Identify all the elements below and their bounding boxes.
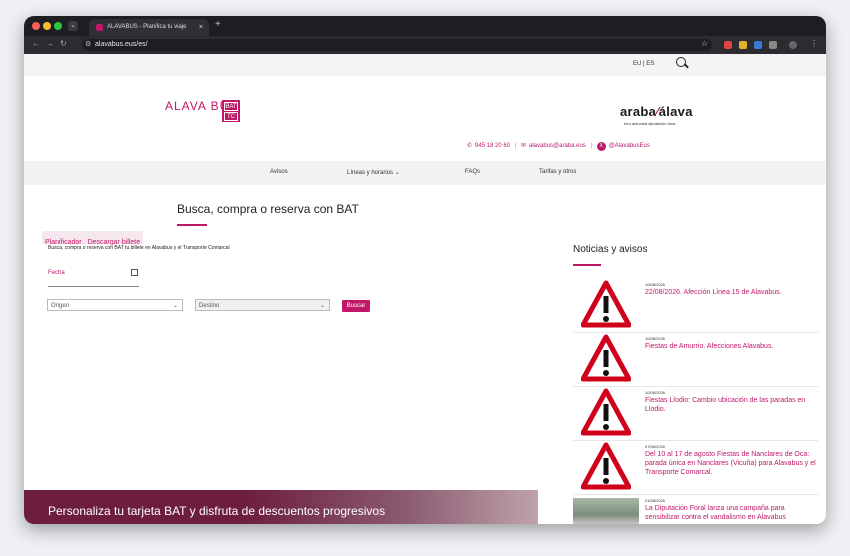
news-title[interactable]: 22/08/2026. Afección Línea 15 de Alavabu… [645,288,817,297]
araba-logo-word-2: álava [658,104,693,119]
forward-icon[interactable]: → [46,39,54,48]
origin-placeholder: Origen [51,303,70,309]
bat-logo-subtext: TC [224,112,238,121]
extension-icon[interactable] [754,41,762,49]
warning-icon [581,280,631,328]
extension-icon[interactable] [724,41,732,49]
news-title[interactable]: La Diputación Foral lanza una campaña pa… [645,504,817,522]
close-window-icon[interactable] [32,22,40,30]
separator: | [590,143,593,149]
search-icon[interactable] [676,57,686,67]
warning-icon [581,388,631,436]
news-date: 01/08/2026 [645,498,666,503]
news-title[interactable]: Fiestas Llodio: Cambio ubicación de las … [645,396,817,414]
araba-logo-subtitle: foru aldundia diputación foral [624,121,676,126]
warning-icon [581,442,631,490]
tab-search-icon[interactable]: ⌄ [68,21,78,31]
web-page: EU | ES ALAVA BUS BAT TC araba⁄álava for… [24,54,826,524]
news-heading: Noticias y avisos [573,244,648,255]
email-icon: ✉ [520,143,527,149]
browser-window: ⌄ ALAVABUS - Planifica tu viaje × + ← → … [24,16,826,524]
news-item[interactable]: 07/08/2026 Del 10 al 17 de agosto Fiesta… [573,440,818,495]
tab-close-icon[interactable]: × [199,19,203,36]
planner-tabs: Planificador Descargar billete [42,231,144,246]
bus-photo [573,498,639,524]
news-item[interactable]: 01/08/2026 La Diputación Foral lanza una… [573,494,818,524]
page-title: Busca, compra o reserva con BAT [177,202,359,216]
social-link[interactable]: @AlavabusEus [609,143,650,149]
site-info-icon[interactable]: ⚙ [85,39,91,51]
menu-item-faqs[interactable]: FAQs [465,169,480,175]
origin-select[interactable]: Origen ⌄ [47,299,183,311]
araba-logo[interactable]: araba⁄álava [620,104,693,119]
menu-item-lineas[interactable]: Líneas y horarios ⌄ [347,169,400,176]
date-field[interactable] [48,286,139,287]
x-social-icon: X [596,142,606,151]
browser-tab[interactable]: ALAVABUS - Planifica tu viaje × [89,19,209,36]
chevron-down-icon: ⌄ [319,303,325,309]
calendar-icon[interactable] [131,269,138,276]
destination-placeholder: Destino [199,303,220,309]
email-link[interactable]: alavabus@araba.eus [529,143,586,149]
planner-subtitle: Busca, compra o reserva con BAT tu bille… [48,245,230,251]
bat-logo: BAT TC [222,100,240,122]
news-title[interactable]: Del 10 al 17 de agosto Fiestas de Nancla… [645,450,817,477]
tab-bar: ⌄ ALAVABUS - Planifica tu viaje × + [24,16,826,36]
destination-select[interactable]: Destino ⌄ [195,299,330,311]
favicon-icon [96,24,103,31]
browser-menu-icon[interactable]: ⋮ [810,39,818,48]
profile-icon[interactable] [789,41,797,49]
news-item[interactable]: 10/08/2026 22/08/2026. Afección Línea 15… [573,278,818,333]
new-tab-button[interactable]: + [215,19,221,30]
address-bar: ← → ↻ ⚙ alavabus.eus/es/ ☆ ⋮ [24,36,826,54]
news-title[interactable]: Fiestas de Amurrio. Afecciones Alavabus. [645,342,817,351]
chevron-down-icon: ⌄ [172,303,178,309]
bookmark-star-icon[interactable]: ☆ [701,39,708,48]
extension-icon[interactable] [739,41,747,49]
menu-item-tarifas[interactable]: Tarifas y otros [539,169,576,175]
news-item[interactable]: 10/08/2026 Fiestas de Amurrio. Afeccione… [573,332,818,387]
search-button[interactable]: Buscar [342,300,370,312]
separator: | [514,143,517,149]
main-menu: Avisos Líneas y horarios ⌄ FAQs Tarifas … [24,161,826,185]
phone-link[interactable]: 945 18 20 60 [475,143,510,149]
menu-item-avisos[interactable]: Avisos [270,169,288,175]
url-text: alavabus.eus/es/ [95,41,148,48]
extensions-menu-icon[interactable] [769,41,777,49]
back-icon[interactable]: ← [32,39,40,48]
reload-icon[interactable]: ↻ [60,39,67,48]
contact-row: ✆ 945 18 20 60 | ✉ alavabus@araba.eus | X @… [467,142,653,151]
news-date: 10/08/2026 [645,336,666,341]
top-utility-bar: EU | ES [24,54,826,76]
news-date: 10/08/2026 [645,282,666,287]
bat-logo-text: BAT [224,102,238,111]
minimize-window-icon[interactable] [43,22,51,30]
news-date: 07/08/2026 [645,444,666,449]
news-underline [573,264,601,266]
language-switch[interactable]: EU | ES [633,61,654,67]
warning-icon [581,334,631,382]
news-date: 10/08/2026 [645,390,666,395]
tab-title: ALAVABUS - Planifica tu viaje [107,24,187,30]
news-item[interactable]: 10/08/2026 Fiestas Llodio: Cambio ubicac… [573,386,818,441]
promo-banner[interactable]: Personaliza tu tarjeta BAT y disfruta de… [24,490,538,524]
araba-logo-word: araba [620,104,657,119]
maximize-window-icon[interactable] [54,22,62,30]
phone-icon: ✆ [467,143,473,149]
url-field[interactable]: ⚙ alavabus.eus/es/ [82,39,712,51]
title-underline [177,224,207,226]
banner-text: Personaliza tu tarjeta BAT y disfruta de… [48,504,386,518]
date-label: Fecha [48,270,65,276]
